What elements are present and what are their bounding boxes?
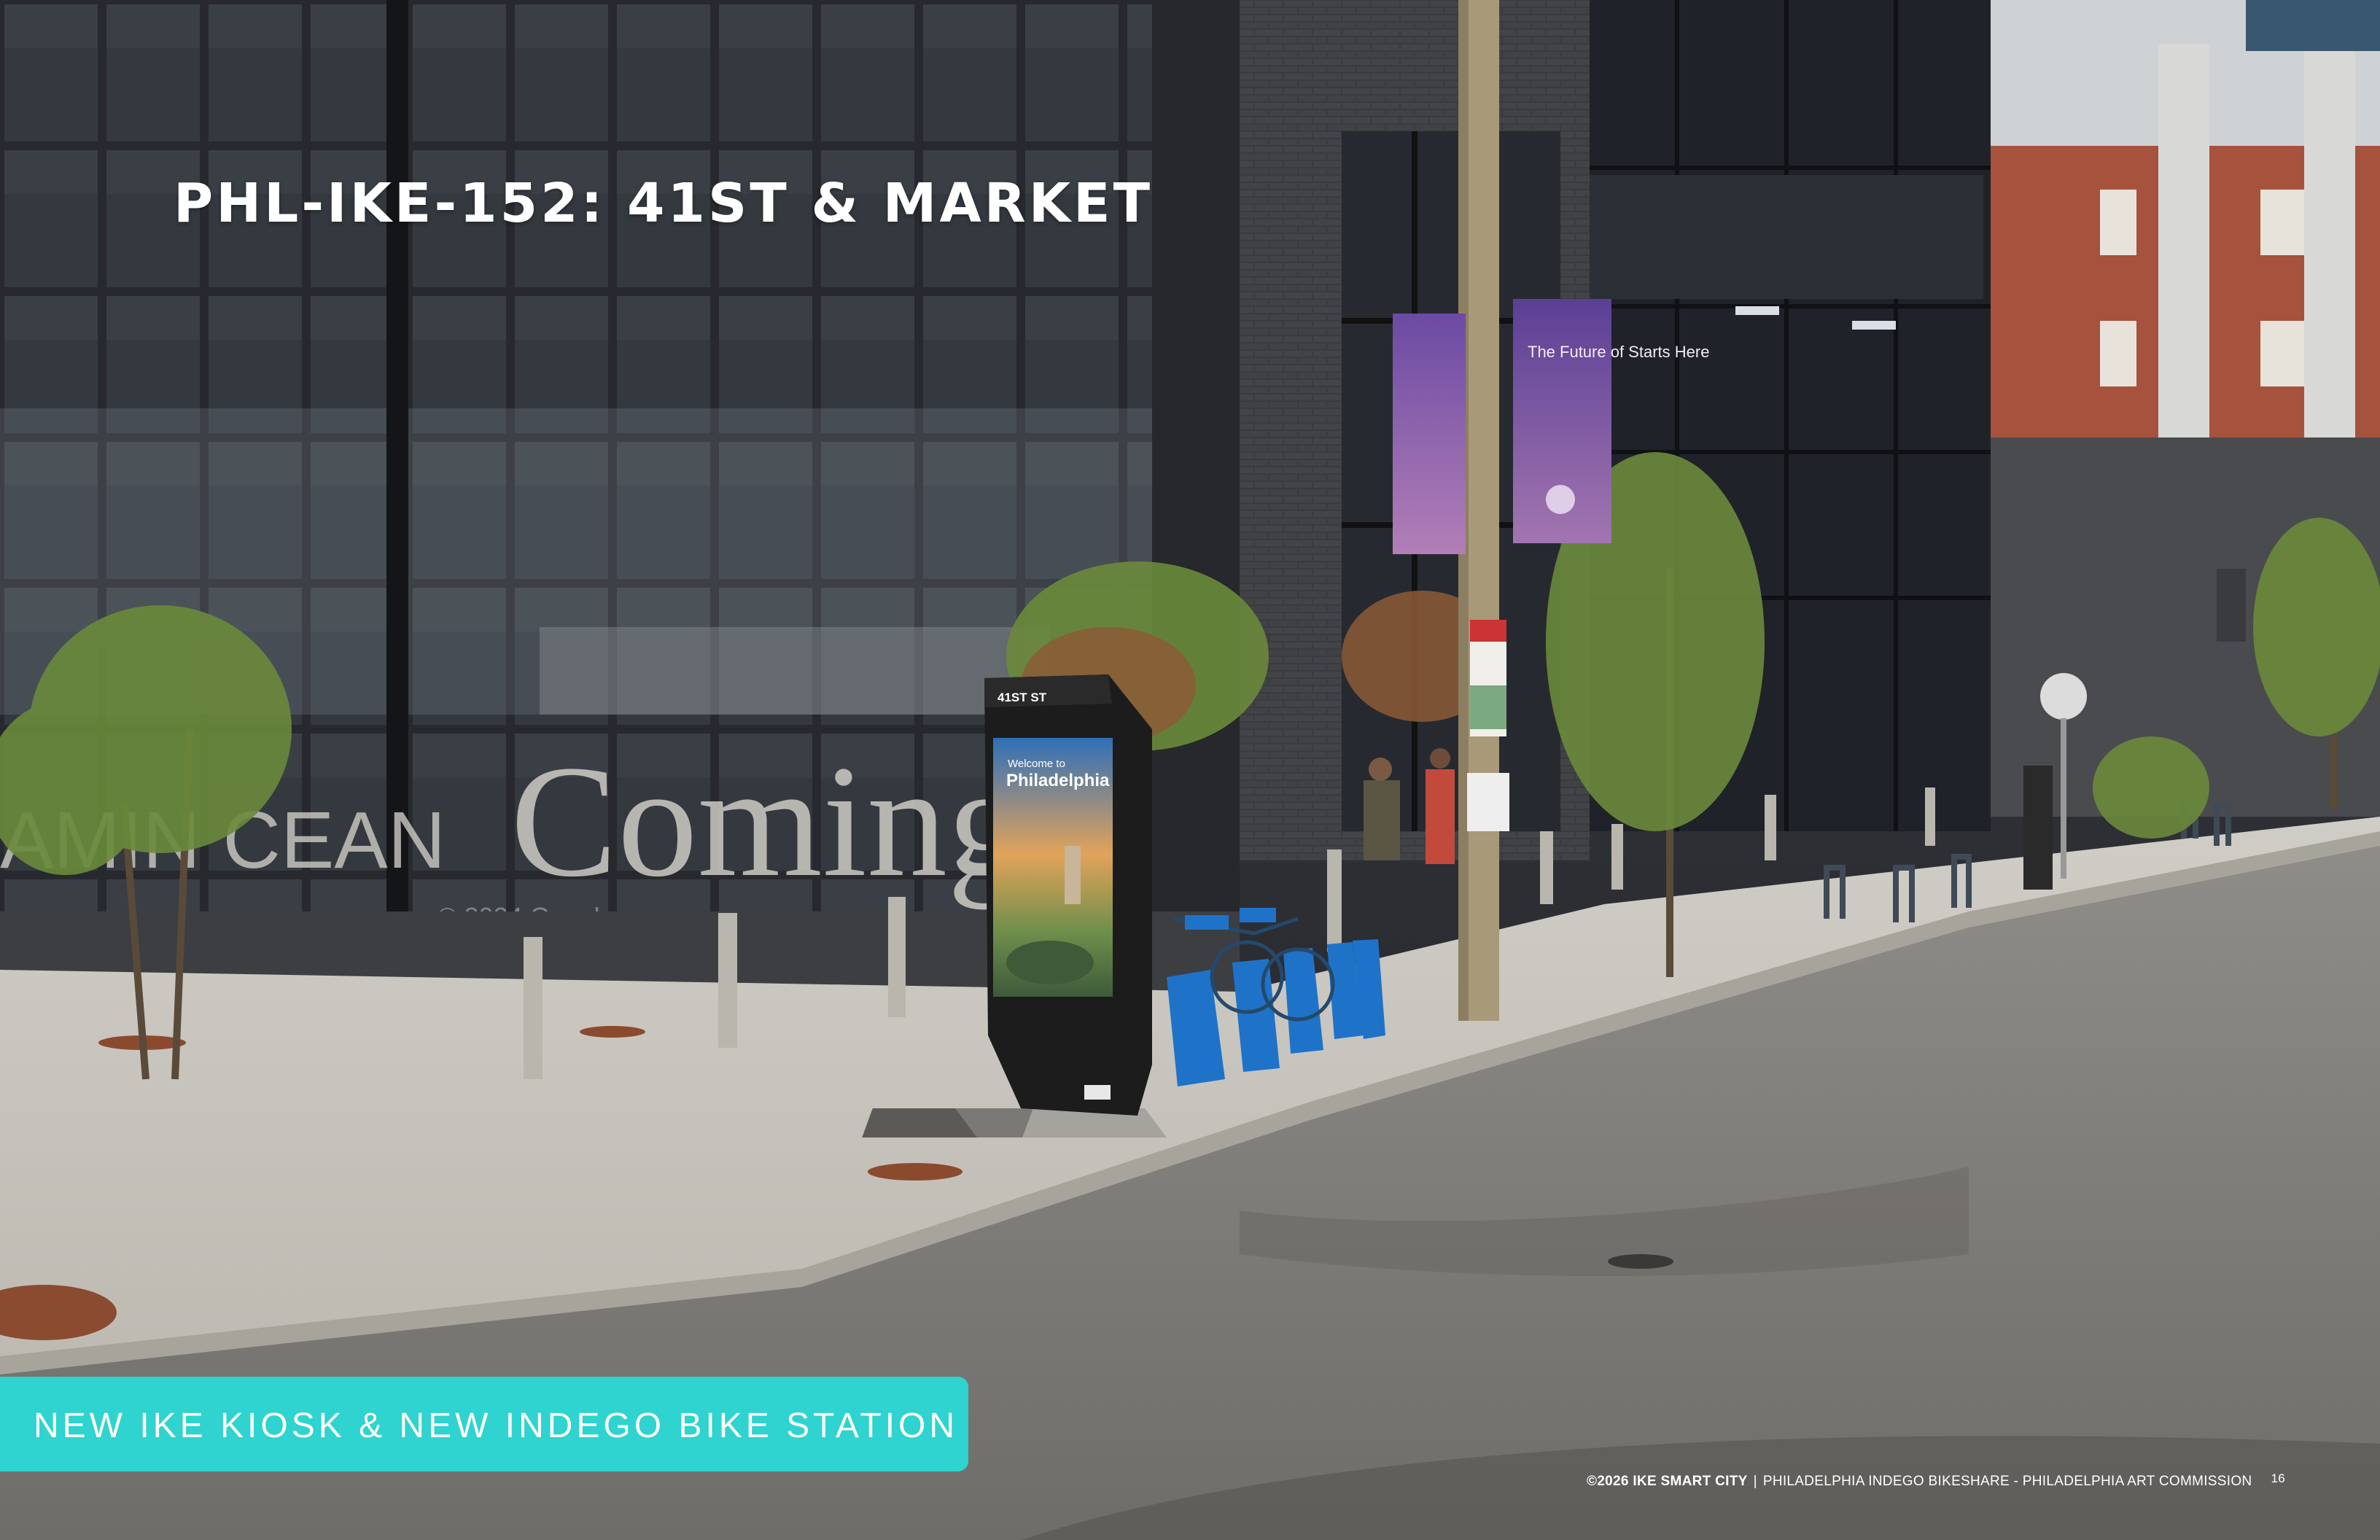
footer-copyright: ©2026 IKE SMART CITY [1587, 1474, 1748, 1489]
footer-text: PHILADELPHIA INDEGO BIKESHARE - PHILADEL… [1762, 1474, 2252, 1489]
slide-footer: ©2026 IKE SMART CITY | PHILADELPHIA INDEGO… [1587, 1471, 2285, 1490]
kiosk-city: Philadelphia [1006, 771, 1110, 790]
page-number: 16 [2271, 1471, 2285, 1485]
kiosk-header: 41ST ST [998, 691, 1047, 704]
footer-separator: | [1753, 1474, 1757, 1489]
ike-kiosk: 41ST ST Welcome to Philadelphia [984, 674, 1152, 1116]
caption-banner: NEW IKE KIOSK & NEW INDEGO BIKE STATION [0, 1377, 968, 1471]
kiosk-greeting: Welcome to [1008, 758, 1065, 770]
banner-text: The Future of Starts Here [1528, 343, 1709, 361]
caption-text: NEW IKE KIOSK & NEW INDEGO BIKE STATION [34, 1407, 959, 1445]
slide-title: PHL-IKE-152: 41ST & MARKET [174, 172, 1154, 235]
